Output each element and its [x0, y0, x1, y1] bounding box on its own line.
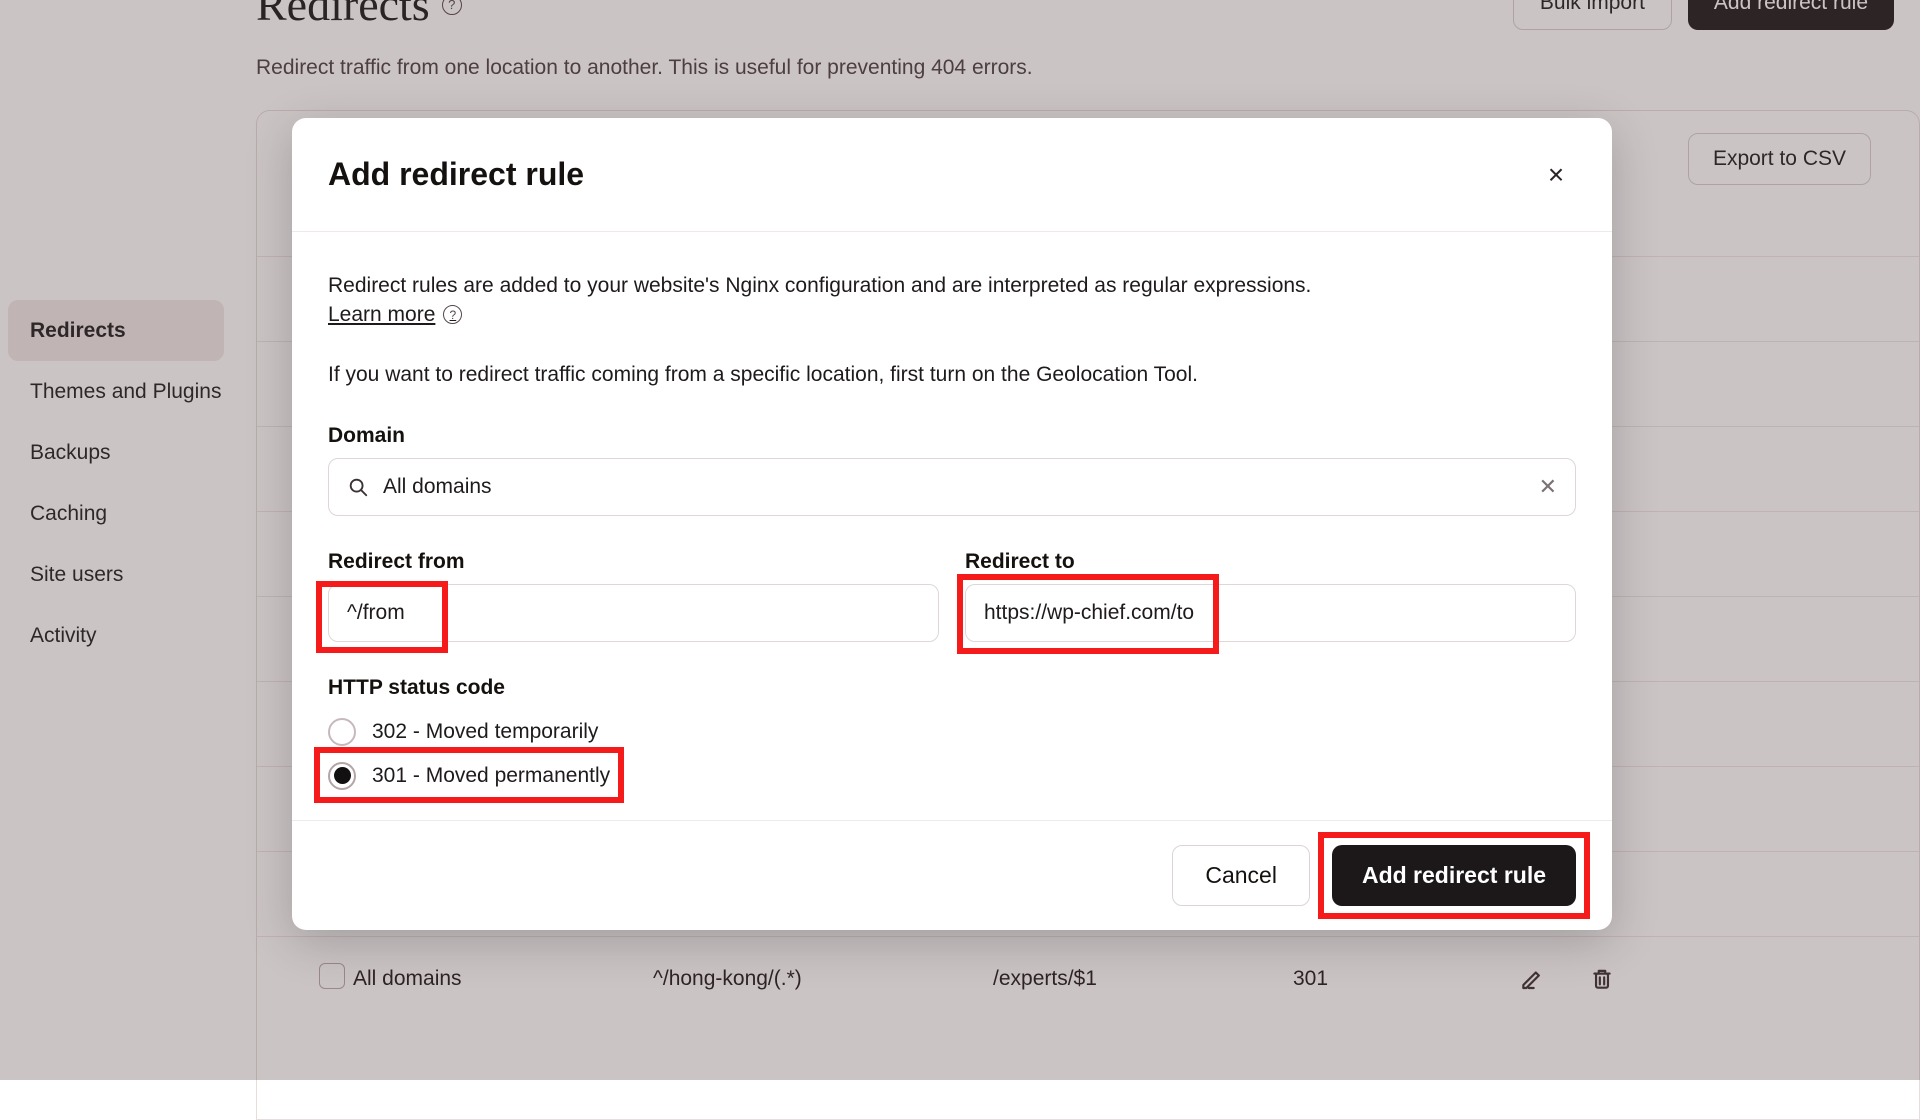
radio-unchecked-icon	[328, 718, 356, 746]
help-icon: ?	[443, 305, 462, 324]
learn-more-link[interactable]: Learn more ?	[328, 303, 462, 327]
geolocation-hint-prefix: If you want to redirect traffic coming f…	[328, 363, 1036, 386]
geolocation-hint-suffix: .	[1192, 363, 1198, 386]
dialog-header: Add redirect rule ×	[292, 118, 1612, 232]
radio-checked-icon	[328, 762, 356, 790]
dialog-footer: Cancel Add redirect rule	[292, 820, 1612, 930]
status-302-label: 302 - Moved temporarily	[372, 720, 598, 744]
status-301-label: 301 - Moved permanently	[372, 764, 610, 788]
redirect-from-input[interactable]: ^/from	[328, 584, 939, 642]
domain-value: All domains	[383, 475, 492, 499]
redirect-from-field-group: Redirect from ^/from	[328, 550, 939, 642]
dialog-title: Add redirect rule	[328, 156, 584, 193]
domain-label: Domain	[328, 424, 1576, 448]
geolocation-hint: If you want to redirect traffic coming f…	[328, 361, 1576, 390]
status-code-label: HTTP status code	[328, 676, 1576, 700]
status-code-field-group: HTTP status code 302 - Moved temporarily…	[328, 676, 1576, 798]
submit-button-wrap: Add redirect rule	[1332, 845, 1576, 906]
redirect-to-value: https://wp-chief.com/to	[984, 601, 1194, 625]
redirect-to-label: Redirect to	[965, 550, 1576, 574]
dialog-body: Redirect rules are added to your website…	[292, 232, 1612, 820]
intro-text: Redirect rules are added to your website…	[328, 272, 1576, 301]
domain-field-group: Domain All domains ✕	[328, 424, 1576, 516]
status-302-option[interactable]: 302 - Moved temporarily	[328, 710, 1576, 754]
search-icon	[347, 476, 369, 498]
domain-select[interactable]: All domains ✕	[328, 458, 1576, 516]
redirect-to-field-group: Redirect to https://wp-chief.com/to	[965, 550, 1576, 642]
geolocation-tool-link[interactable]: Geolocation Tool	[1036, 363, 1192, 386]
status-301-option[interactable]: 301 - Moved permanently	[328, 754, 1576, 798]
redirect-from-value: ^/from	[347, 601, 405, 625]
cancel-button[interactable]: Cancel	[1172, 845, 1310, 906]
redirect-to-input[interactable]: https://wp-chief.com/to	[965, 584, 1576, 642]
learn-more-label: Learn more	[328, 303, 435, 327]
close-icon[interactable]: ×	[1536, 155, 1576, 195]
status-code-radio-group: 302 - Moved temporarily 301 - Moved perm…	[328, 710, 1576, 798]
redirect-fields-row: Redirect from ^/from Redirect to https:/…	[328, 550, 1576, 642]
add-redirect-rule-dialog: Add redirect rule × Redirect rules are a…	[292, 118, 1612, 930]
submit-add-redirect-rule-button[interactable]: Add redirect rule	[1332, 845, 1576, 906]
redirect-from-label: Redirect from	[328, 550, 939, 574]
clear-domain-icon[interactable]: ✕	[1539, 476, 1557, 498]
